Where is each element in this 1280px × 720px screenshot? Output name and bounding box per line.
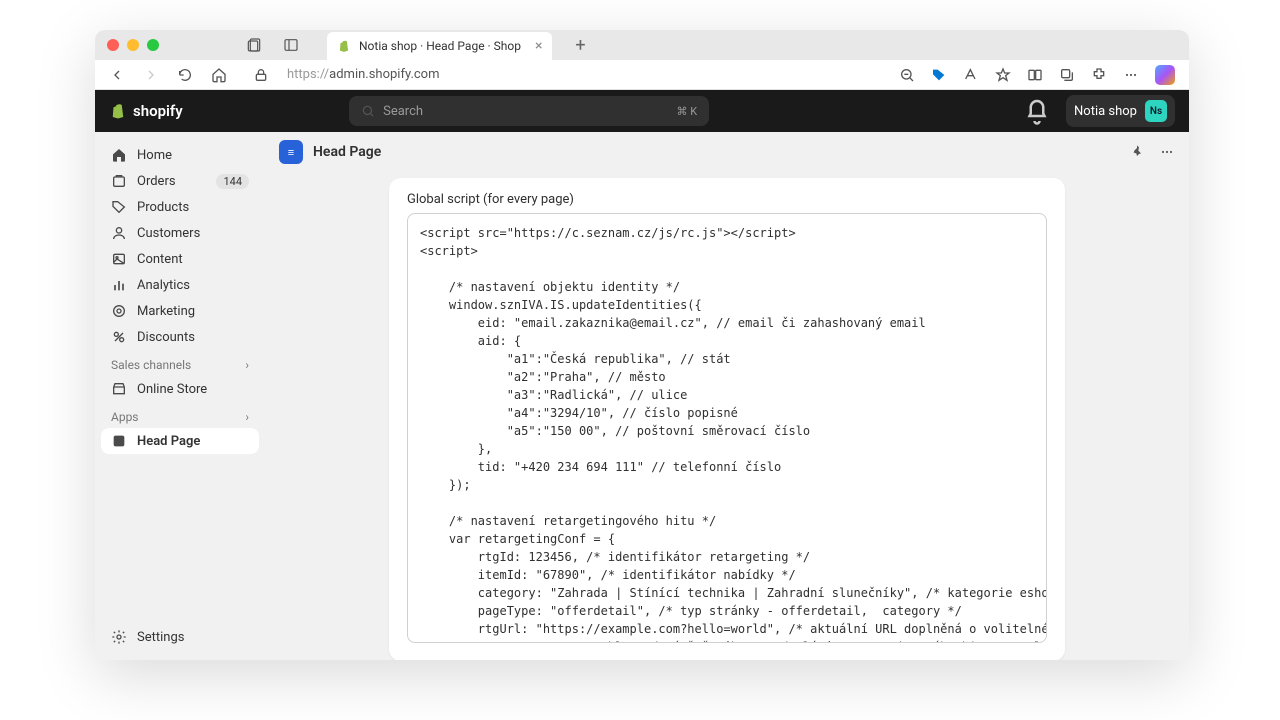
shopify-bag-icon: [109, 102, 127, 120]
home-icon: [111, 147, 127, 163]
address-bar[interactable]: https://admin.shopify.com: [287, 67, 881, 82]
nav-discounts[interactable]: Discounts: [101, 324, 259, 350]
collections-icon[interactable]: [1059, 67, 1075, 83]
pin-icon[interactable]: [1129, 144, 1145, 160]
browser-tab[interactable]: Notia shop · Head Page · Shop ×: [327, 32, 552, 60]
orders-badge: 144: [216, 174, 249, 189]
sidebar-toggle-icon[interactable]: [283, 37, 299, 53]
nav-content[interactable]: Content: [101, 246, 259, 272]
tab-title: Notia shop · Head Page · Shop: [359, 39, 521, 53]
shopify-logo[interactable]: shopify: [109, 102, 183, 120]
close-window-button[interactable]: [107, 39, 119, 51]
nav-head-page[interactable]: Head Page: [101, 428, 259, 454]
discounts-icon: [111, 329, 127, 345]
copilot-icon[interactable]: [1155, 65, 1175, 85]
customers-icon: [111, 225, 127, 241]
nav-analytics[interactable]: Analytics: [101, 272, 259, 298]
chevron-right-icon: ›: [245, 410, 249, 424]
global-script-textarea[interactable]: [407, 213, 1047, 643]
nav-customers[interactable]: Customers: [101, 220, 259, 246]
page-app-icon: ≡: [279, 140, 303, 164]
apps-header[interactable]: Apps›: [101, 402, 259, 428]
reload-button[interactable]: [177, 67, 193, 83]
browser-window: Notia shop · Head Page · Shop × + https:…: [95, 30, 1189, 660]
more-icon[interactable]: [1123, 67, 1139, 83]
extensions-icon[interactable]: [1091, 67, 1107, 83]
more-actions-icon[interactable]: [1159, 144, 1175, 160]
maximize-window-button[interactable]: [147, 39, 159, 51]
marketing-icon: [111, 303, 127, 319]
page-title: Head Page: [313, 144, 381, 160]
products-icon: [111, 199, 127, 215]
store-switcher[interactable]: Notia shop Ns: [1066, 95, 1175, 127]
home-button[interactable]: [211, 67, 227, 83]
back-button[interactable]: [109, 67, 125, 83]
minimize-window-button[interactable]: [127, 39, 139, 51]
titlebar: Notia shop · Head Page · Shop × +: [95, 30, 1189, 60]
avatar: Ns: [1145, 100, 1167, 122]
search-icon: [361, 104, 375, 118]
shopify-top-bar: shopify Search ⌘ K Notia shop Ns: [95, 90, 1189, 132]
new-tab-button[interactable]: +: [572, 37, 588, 53]
sidebar: Home Orders144 Products Customers Conten…: [95, 132, 265, 660]
gear-icon: [111, 629, 127, 645]
nav-orders[interactable]: Orders144: [101, 168, 259, 194]
content-icon: [111, 251, 127, 267]
favorite-icon[interactable]: [995, 67, 1011, 83]
close-tab-icon[interactable]: ×: [535, 38, 542, 54]
lock-icon[interactable]: [253, 67, 269, 83]
global-search[interactable]: Search ⌘ K: [349, 96, 709, 126]
search-shortcut: ⌘ K: [676, 105, 697, 118]
app-icon: [111, 433, 127, 449]
field-label: Global script (for every page): [407, 192, 1047, 207]
zoom-icon[interactable]: [899, 67, 915, 83]
main-content: ≡ Head Page Global script (for every pag…: [265, 132, 1189, 660]
workspaces-icon[interactable]: [247, 37, 263, 53]
store-name: Notia shop: [1074, 104, 1137, 119]
price-tag-icon[interactable]: [931, 67, 947, 83]
analytics-icon: [111, 277, 127, 293]
sales-channels-header[interactable]: Sales channels›: [101, 350, 259, 376]
search-placeholder: Search: [383, 104, 423, 119]
forward-button[interactable]: [143, 67, 159, 83]
orders-icon: [111, 173, 127, 189]
url-bar: https://admin.shopify.com: [95, 60, 1189, 90]
page-header: ≡ Head Page: [265, 132, 1189, 172]
split-screen-icon[interactable]: [1027, 67, 1043, 83]
nav-settings[interactable]: Settings: [101, 624, 259, 650]
nav-online-store[interactable]: Online Store: [101, 376, 259, 402]
notifications-button[interactable]: [1022, 96, 1052, 126]
read-aloud-icon[interactable]: [963, 67, 979, 83]
shopify-favicon-icon: [337, 39, 351, 53]
chevron-right-icon: ›: [245, 358, 249, 372]
nav-marketing[interactable]: Marketing: [101, 298, 259, 324]
store-icon: [111, 381, 127, 397]
content-card: Global script (for every page): [389, 178, 1065, 660]
nav-home[interactable]: Home: [101, 142, 259, 168]
nav-products[interactable]: Products: [101, 194, 259, 220]
